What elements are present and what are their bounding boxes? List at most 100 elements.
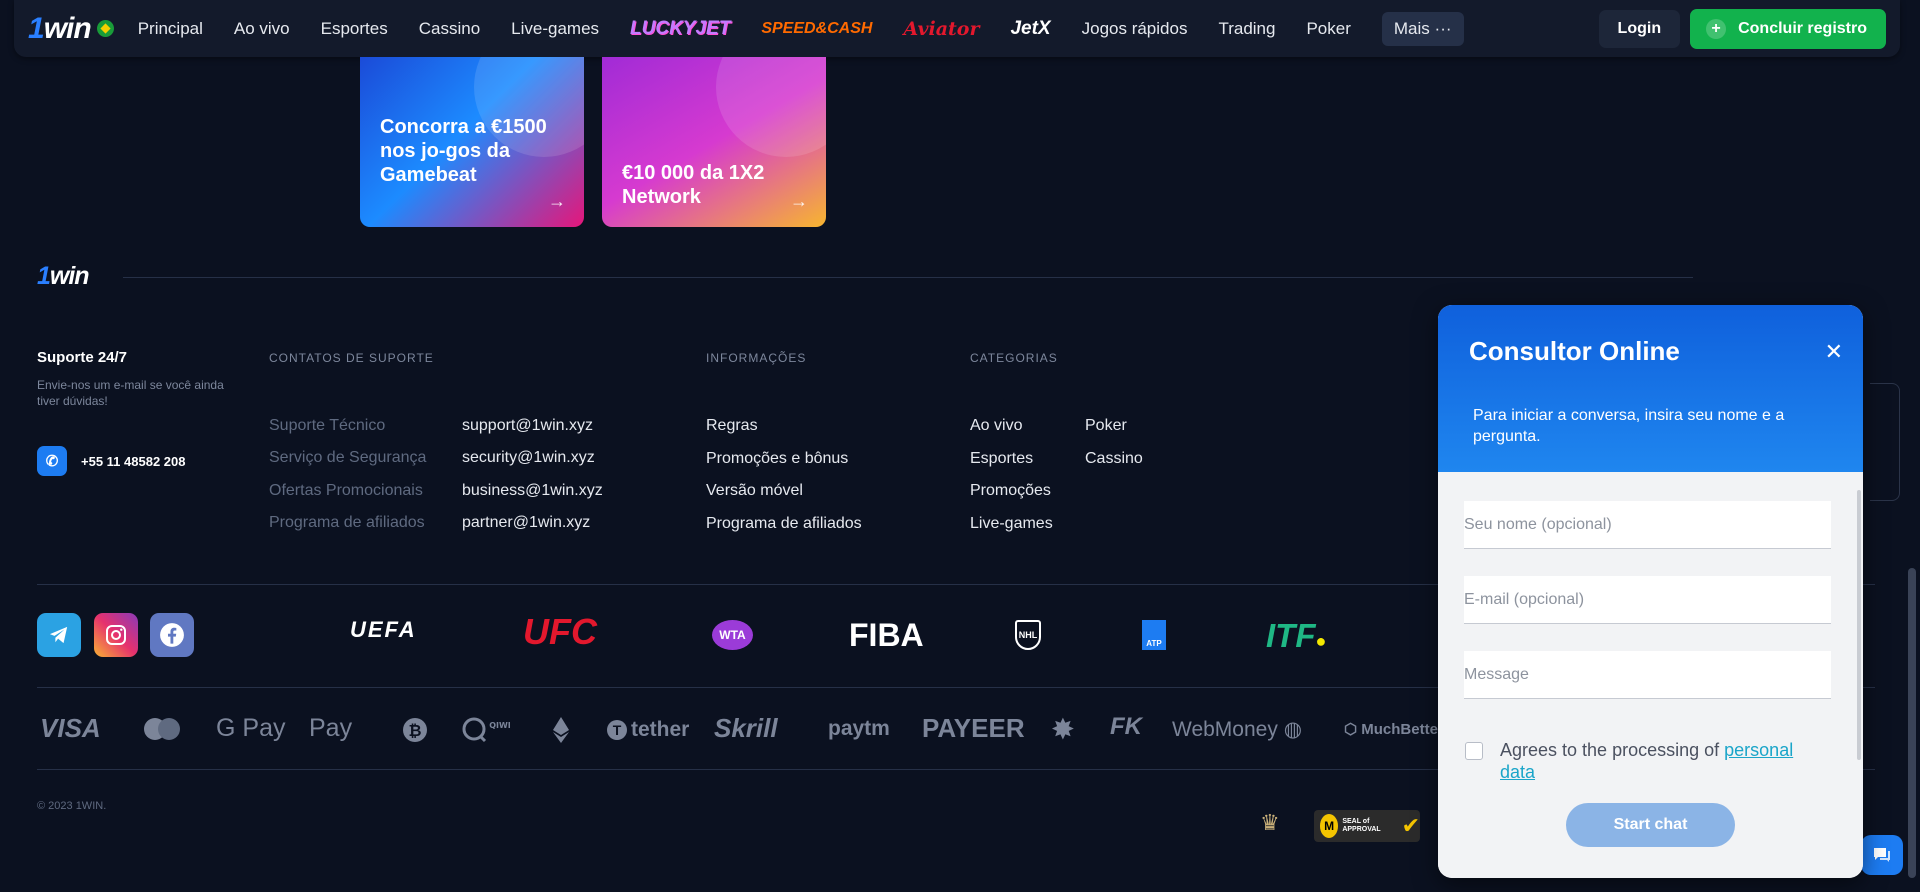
chat-scrollbar[interactable] [1857,490,1861,760]
nav-cassino[interactable]: Cassino [419,19,480,39]
chat-header: Consultor Online ✕ Para iniciar a conver… [1438,305,1863,472]
contact-email-link[interactable]: security@1win.xyz [462,449,595,467]
contact-label: Serviço de Segurança [269,449,427,466]
crest-icon: ♛ [1260,810,1280,835]
promo-card-gamebeat[interactable]: Concorra a €1500 nos jo-gos da Gamebeat … [360,57,584,227]
visa-logo: VISA [40,713,101,743]
arrow-right-icon: → [790,191,808,211]
footer-divider [123,277,1693,278]
webmoney-text: WebMoney [1172,718,1278,741]
category-link[interactable]: Cassino [1085,450,1143,483]
muchbetter-text: MuchBetter [1361,721,1444,738]
svg-text:QIWI: QIWI [489,721,511,730]
contact-email-link[interactable]: partner@1win.xyz [462,514,590,532]
info-link-versao-movel[interactable]: Versão móvel [706,482,862,515]
category-link[interactable]: Poker [1085,417,1143,450]
plus-icon: + [1706,18,1727,39]
email-input[interactable]: E-mail (opcional) [1464,576,1831,624]
globe-icon: ◍ [1283,718,1303,741]
message-placeholder: Message [1464,666,1529,683]
apple-pay-text: Pay [309,714,353,742]
message-textarea[interactable]: Message [1464,651,1831,699]
chat-bubble-icon[interactable] [1861,835,1903,875]
nav-esportes[interactable]: Esportes [321,19,388,39]
itf-logo: ITF● [1266,617,1326,655]
nav-luckyjet[interactable]: LUCKYJET [630,18,730,40]
more-label: Mais [1393,18,1430,38]
promo-card-1x2[interactable]: €10 000 da 1X2 Network → [602,57,826,227]
info-link-afiliados[interactable]: Programa de afiliados [706,515,862,548]
category-links-1: Ao vivo Esportes Promoções Live-games [970,417,1053,547]
tether-icon: T [607,720,627,740]
background-panel [1870,383,1900,501]
nav-ao-vivo[interactable]: Ao vivo [234,19,290,39]
bitcoin-icon: ₿ [402,717,428,750]
arrow-right-icon: → [548,191,566,211]
category-link[interactable]: Live-games [970,515,1053,548]
ufc-logo: UFC [523,611,597,652]
check-icon: ✔ [1401,813,1420,838]
qiwi-icon: QIWI [462,716,514,751]
google-pay-logo: G Pay [216,714,286,742]
promo-text: €10 000 da 1X2 Network [622,162,765,208]
atp-logo: ATP [1142,620,1166,650]
nav-trading[interactable]: Trading [1218,19,1275,39]
nav-poker[interactable]: Poker [1306,19,1350,39]
nav-aviator[interactable]: Aviator [903,18,979,40]
chat-title: Consultor Online [1469,336,1680,366]
webmoney-logo: WebMoney ◍ [1172,717,1302,742]
category-link[interactable]: Promoções [970,482,1053,515]
copyright: © 2023 1WIN. [37,800,107,812]
chat-widget: Consultor Online ✕ Para iniciar a conver… [1438,305,1863,878]
wta-logo: WTA [712,620,753,650]
phone-icon: ✆ [37,446,67,476]
uefa-logo: UEFA [350,617,417,642]
name-input[interactable]: Seu nome (opcional) [1464,501,1831,549]
more-menu-button[interactable]: Mais ··· [1381,11,1464,46]
close-icon[interactable]: ✕ [1825,339,1843,365]
register-label: Concluir registro [1738,19,1867,37]
m-icon: M [1320,814,1339,838]
contact-label: Suporte Técnico [269,417,386,434]
brazil-flag-icon[interactable] [96,20,114,37]
info-heading: INFORMAÇÕES [706,351,807,365]
apple-pay-logo: Pay [309,714,352,743]
nav-live-games[interactable]: Live-games [511,19,599,39]
seal-of-approval-badge[interactable]: M SEAL of APPROVAL ✔ [1314,810,1420,842]
nav-jogos-rapidos[interactable]: Jogos rápidos [1082,19,1188,39]
nav-principal[interactable]: Principal [138,19,203,39]
start-chat-button[interactable]: Start chat [1566,803,1735,847]
contact-label: Programa de afiliados [269,514,425,531]
main-nav: Principal Ao vivo Esportes Cassino Live-… [138,11,1464,46]
email-placeholder: E-mail (opcional) [1464,591,1585,608]
info-links: Regras Promoções e bônus Versão móvel Pr… [706,417,862,547]
nav-jetx[interactable]: JetX [1010,18,1050,40]
muchbetter-logo: ⬡ MuchBetter [1344,720,1444,738]
ethereum-icon [552,716,570,751]
contact-email-link[interactable]: business@1win.xyz [462,482,603,500]
info-link-promocoes[interactable]: Promoções e bônus [706,450,862,483]
login-button[interactable]: Login [1598,9,1681,48]
consent-checkbox[interactable] [1465,742,1483,760]
telegram-icon[interactable] [37,613,81,657]
seal-text: SEAL of APPROVAL [1342,818,1381,833]
contact-email-link[interactable]: support@1win.xyz [462,417,593,435]
consent-label: Agrees to the processing of personal dat… [1500,739,1830,783]
nav-speed-cash[interactable]: SPEED&CASH [761,20,872,38]
info-link-regras[interactable]: Regras [706,417,862,450]
support-phone[interactable]: ✆ +55 11 48582 208 [37,446,185,476]
support-subtitle: Envie-nos um e-mail se você ainda tiver … [37,378,224,408]
support-title: Suporte 24/7 [37,349,128,366]
logo[interactable]: 11winwin [28,12,114,46]
instagram-icon[interactable] [94,613,138,657]
register-button[interactable]: + Concluir registro [1690,8,1886,49]
page-scrollbar[interactable] [1908,568,1916,878]
footer-logo[interactable]: 1win [37,262,90,291]
contacts-heading: CONTATOS DE SUPORTE [269,351,434,365]
mastercard-logo [141,716,183,749]
category-link[interactable]: Esportes [970,450,1053,483]
paytm-logo: paytm [828,717,890,740]
category-link[interactable]: Ao vivo [970,417,1053,450]
tether-logo: Ttether [607,718,689,742]
facebook-icon[interactable] [150,613,194,657]
